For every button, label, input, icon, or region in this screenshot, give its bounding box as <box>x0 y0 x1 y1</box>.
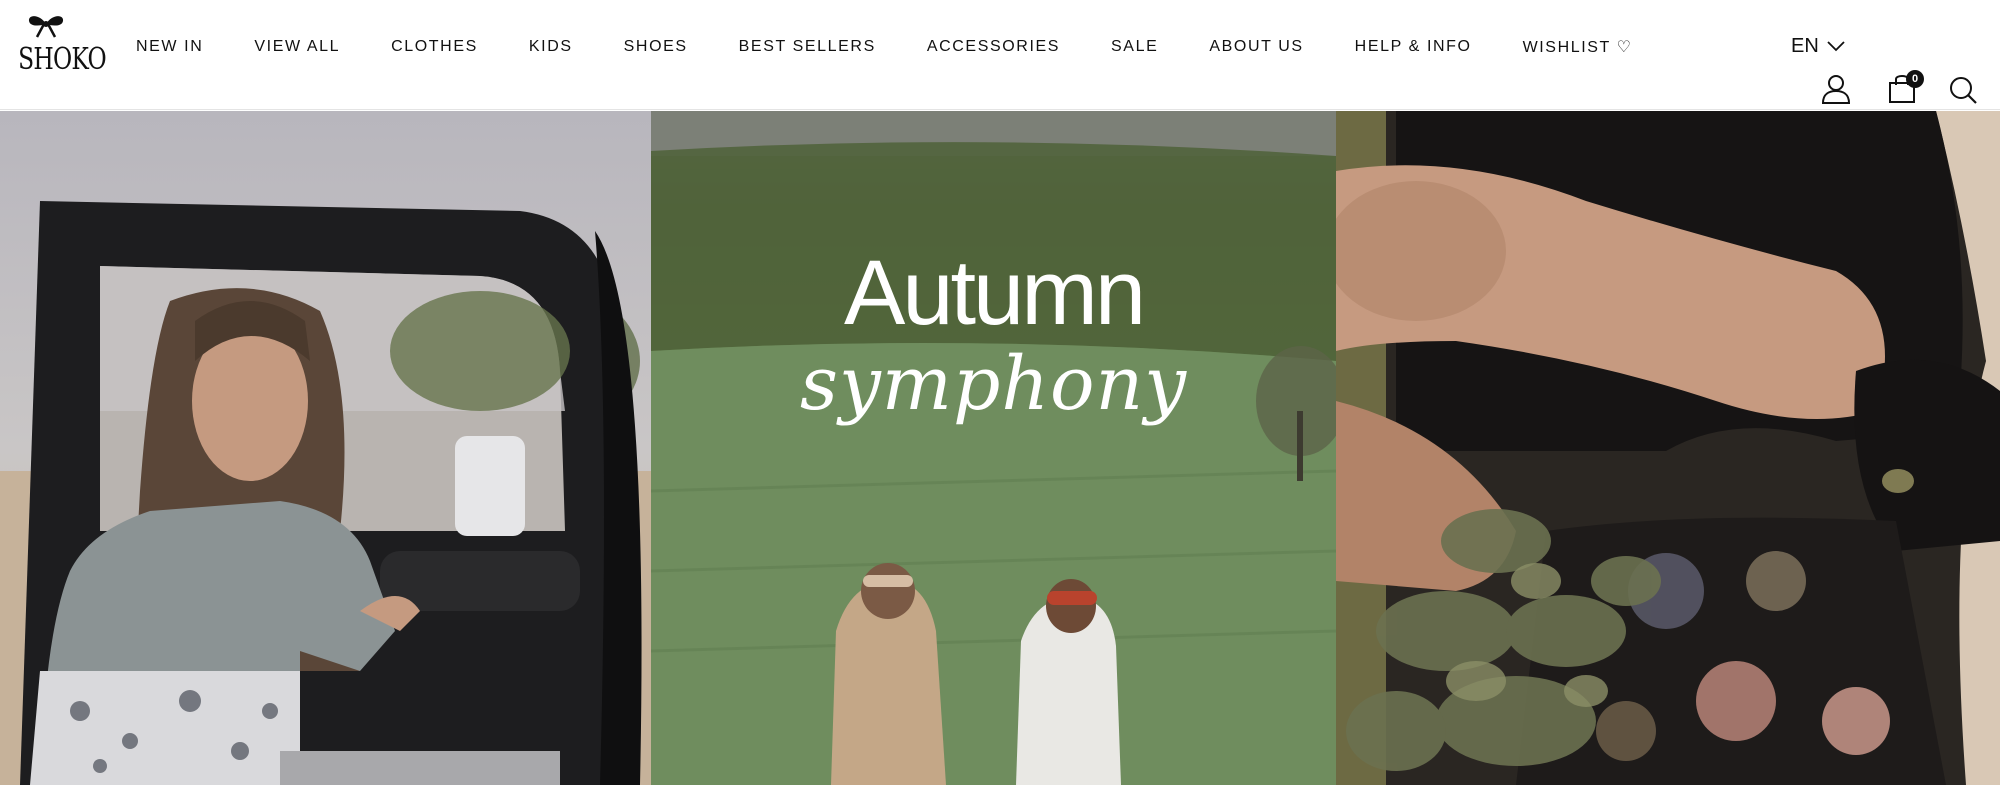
hero-subtitle: symphony <box>800 341 1187 427</box>
nav-wishlist[interactable]: WISHLIST ♡ <box>1523 37 1633 57</box>
logo-text: SHOKO <box>18 42 107 77</box>
nav-view-all[interactable]: VIEW ALL <box>254 38 340 56</box>
chevron-down-icon <box>1827 41 1845 52</box>
hero-image-left[interactable] <box>0 111 651 785</box>
nav-help-info[interactable]: HELP & INFO <box>1355 38 1472 56</box>
nav-clothes[interactable]: CLOTHES <box>391 38 478 56</box>
nav-sale[interactable]: SALE <box>1111 38 1158 56</box>
nav-about-us[interactable]: ABOUT US <box>1209 38 1303 56</box>
women-in-field-photo <box>651 111 1336 785</box>
main-nav: NEW IN VIEW ALL CLOTHES KIDS SHOES BEST … <box>136 36 1633 58</box>
nav-best-sellers[interactable]: BEST SELLERS <box>739 38 876 56</box>
site-header: SHOKO NEW IN VIEW ALL CLOTHES KIDS SHOES… <box>0 0 2000 110</box>
search-icon <box>1950 77 1977 104</box>
logo-link[interactable]: SHOKO <box>10 12 107 78</box>
language-selector[interactable]: EN <box>1791 33 1845 59</box>
language-label: EN <box>1791 34 1819 57</box>
cart-button[interactable]: 0 <box>1886 70 1924 109</box>
bow-logo-icon <box>28 16 64 38</box>
account-button[interactable] <box>1821 74 1851 109</box>
hero-banner[interactable]: Autumn symphony <box>0 111 2000 785</box>
search-button[interactable] <box>1948 75 1978 110</box>
hero-title: Autumn <box>843 242 1146 344</box>
hero-image-center[interactable]: Autumn symphony <box>651 111 1336 785</box>
nav-new-in[interactable]: NEW IN <box>136 38 203 56</box>
nav-accessories[interactable]: ACCESSORIES <box>927 38 1060 56</box>
nav-kids[interactable]: KIDS <box>529 38 573 56</box>
cart-count-badge: 0 <box>1906 70 1924 88</box>
hero-image-right[interactable] <box>1336 111 2000 785</box>
user-icon <box>1821 75 1851 104</box>
nav-shoes[interactable]: SHOES <box>624 38 688 56</box>
hands-with-flowers-photo <box>1336 111 2000 785</box>
woman-in-car-photo <box>0 111 651 785</box>
